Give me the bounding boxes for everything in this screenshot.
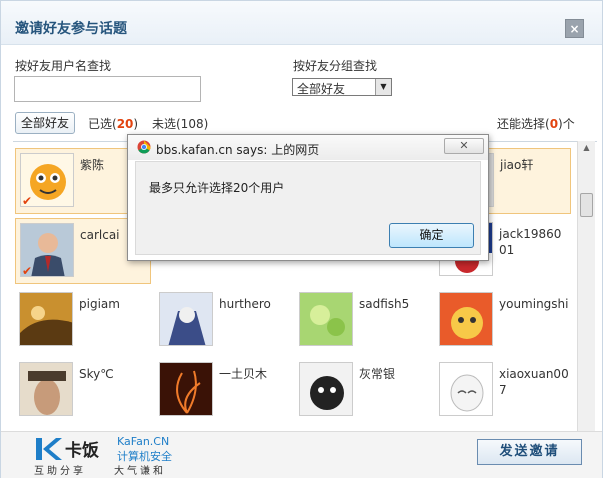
alert-body: 最多只允许选择20个用户 确定 bbox=[135, 161, 481, 255]
friend-name: youmingshi bbox=[499, 297, 569, 311]
avatar bbox=[159, 292, 213, 346]
avatar bbox=[19, 362, 73, 416]
dialog-title: 邀请好友参与话题 bbox=[15, 21, 127, 37]
scroll-up-icon[interactable]: ▲ bbox=[579, 143, 594, 157]
search-by-group-label: 按好友分组查找 bbox=[293, 59, 378, 73]
browser-alert-dialog: bbs.kafan.cn says: 上的网页 ✕ 最多只允许选择20个用户 确… bbox=[127, 134, 489, 261]
friend-card[interactable]: Sky℃ bbox=[15, 358, 151, 424]
logo-slogan-1: 互助分享 bbox=[34, 466, 86, 477]
alert-title: bbs.kafan.cn says: 上的网页 bbox=[156, 143, 320, 157]
selected-count: 20 bbox=[116, 117, 134, 131]
tab-selected-prefix: 已选( bbox=[88, 117, 117, 131]
friend-name: xiaoxuan007 bbox=[499, 367, 569, 397]
remaining-prefix: 还能选择( bbox=[497, 117, 550, 131]
tab-unselected[interactable]: 未选(108) bbox=[152, 115, 208, 132]
check-icon: ✔ bbox=[22, 264, 33, 278]
friend-name: jack1986001 bbox=[499, 227, 562, 257]
avatar bbox=[299, 362, 353, 416]
friend-card[interactable]: xiaoxuan007 bbox=[435, 358, 571, 424]
logo-en-text: KaFan.CN bbox=[117, 435, 170, 448]
friend-name: 灰常银 bbox=[359, 367, 396, 381]
friend-name: jiao轩 bbox=[500, 158, 534, 172]
friend-card[interactable]: pigiam bbox=[15, 288, 151, 354]
friend-name: Sky℃ bbox=[79, 367, 114, 381]
tab-all-friends[interactable]: 全部好友 bbox=[15, 112, 76, 134]
avatar bbox=[299, 292, 353, 346]
friend-name: 一土贝木 bbox=[219, 367, 268, 381]
avatar bbox=[159, 362, 213, 416]
chrome-icon bbox=[137, 140, 151, 154]
kafan-logo-icon bbox=[36, 438, 62, 460]
friend-group-select[interactable]: 全部好友 ▼ bbox=[292, 78, 392, 96]
ok-button[interactable]: 确定 bbox=[389, 223, 474, 248]
dialog-footer: 卡饭 KaFan.CN 计算机安全 互助分享 大气谦和 发送邀请 bbox=[1, 431, 602, 478]
logo-slogan-2: 大气谦和 bbox=[114, 466, 166, 477]
send-invite-button[interactable]: 发送邀请 bbox=[477, 439, 582, 465]
avatar bbox=[439, 362, 493, 416]
friend-card[interactable]: sadfish5 bbox=[295, 288, 431, 354]
friend-name: hurthero bbox=[219, 297, 271, 311]
friend-card[interactable]: 一土贝木 bbox=[155, 358, 291, 424]
avatar bbox=[19, 292, 73, 346]
friend-name: sadfish5 bbox=[359, 297, 410, 311]
friend-card[interactable]: youmingshi bbox=[435, 288, 571, 354]
group-select-value: 全部好友 bbox=[297, 82, 346, 96]
chevron-down-icon[interactable]: ▼ bbox=[375, 79, 391, 95]
close-icon[interactable]: ✕ bbox=[444, 138, 484, 154]
close-icon[interactable]: × bbox=[565, 19, 584, 38]
tab-selected-suffix: ) bbox=[133, 117, 139, 131]
avatar bbox=[439, 292, 493, 346]
alert-message: 最多只允许选择20个用户 bbox=[149, 181, 285, 195]
friend-card[interactable]: hurthero bbox=[155, 288, 291, 354]
scroll-thumb[interactable] bbox=[580, 193, 593, 217]
remaining-suffix: )个 bbox=[558, 117, 575, 131]
friend-card[interactable]: 灰常银 bbox=[295, 358, 431, 424]
tab-selected[interactable]: 已选(20) bbox=[88, 115, 138, 132]
logo-cn-text: 卡饭 bbox=[65, 441, 99, 461]
friend-name: pigiam bbox=[79, 297, 120, 311]
alert-titlebar: bbs.kafan.cn says: 上的网页 ✕ bbox=[128, 135, 488, 160]
filter-tabs: 全部好友 已选(20) 未选(108) 还能选择(0)个 bbox=[1, 109, 602, 135]
remaining-count-text: 还能选择(0)个 bbox=[497, 115, 575, 132]
check-icon: ✔ bbox=[22, 194, 33, 208]
search-by-name-label: 按好友用户名查找 bbox=[15, 59, 112, 73]
friend-list-scrollbar[interactable]: ▲ bbox=[577, 141, 595, 431]
remaining-count: 0 bbox=[549, 117, 559, 131]
friend-name-input[interactable] bbox=[14, 76, 201, 102]
dialog-titlebar: 邀请好友参与话题 × bbox=[1, 1, 602, 45]
